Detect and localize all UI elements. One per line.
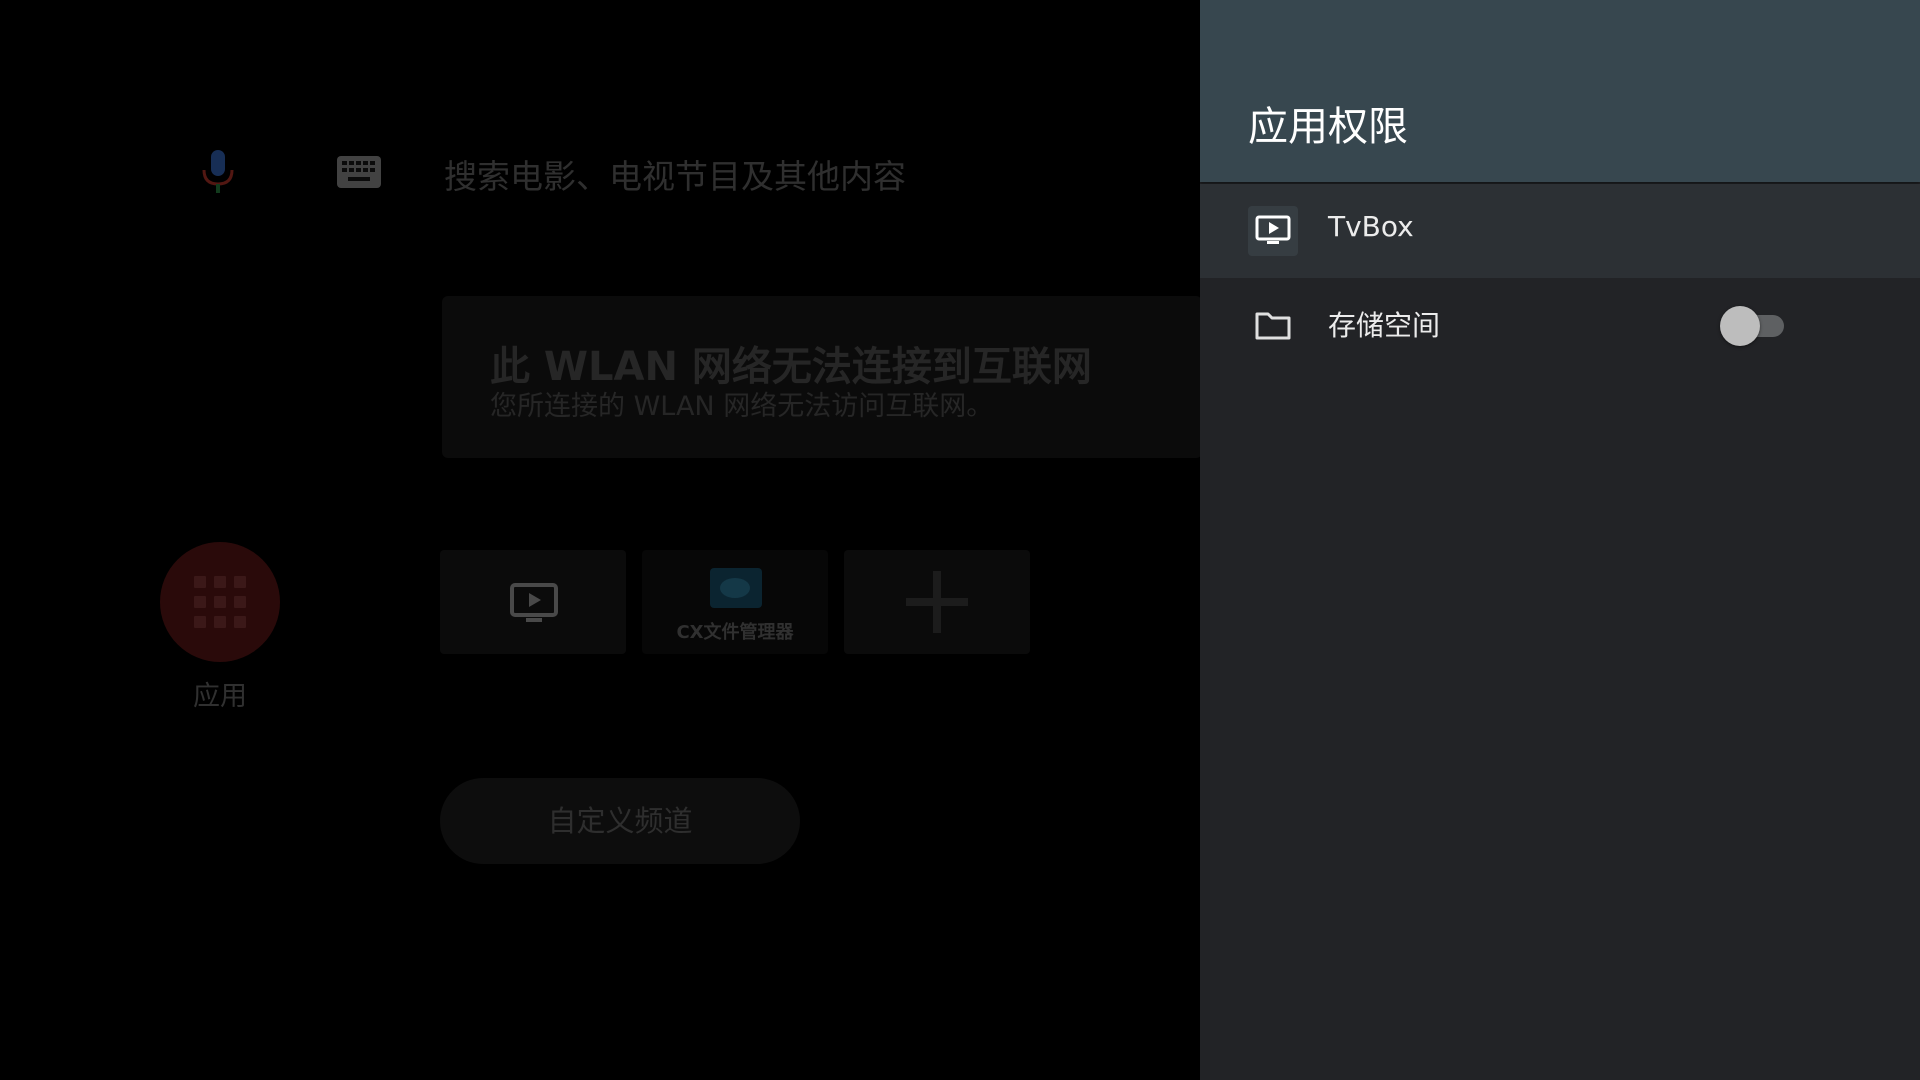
permission-row-label: 存储空间 xyxy=(1328,309,1441,342)
custom-channel-button[interactable]: 自定义频道 xyxy=(440,778,800,864)
apps-grid-icon xyxy=(194,576,246,628)
keyboard-icon[interactable] xyxy=(336,155,382,189)
app-permissions-panel: 应用权限 TvBox 存储空间 xyxy=(1200,0,1920,1080)
apps-button-label: 应用 xyxy=(193,681,247,712)
folder-icon xyxy=(1248,300,1298,350)
panel-header: 应用权限 xyxy=(1200,0,1920,182)
storage-permission-toggle[interactable] xyxy=(1720,306,1786,346)
toggle-thumb xyxy=(1720,306,1760,346)
tv-play-icon xyxy=(510,583,558,622)
app-tile-label: CX文件管理器 xyxy=(676,622,794,643)
permission-row-tvbox[interactable]: TvBox xyxy=(1200,184,1920,278)
permission-row-storage[interactable]: 存储空间 xyxy=(1200,278,1920,372)
cx-folder-icon xyxy=(710,568,762,608)
tv-screen: 搜索电影、电视节目及其他内容 此 WLAN 网络无法连接到互联网 您所连接的 W… xyxy=(0,0,1920,1080)
network-warning-card[interactable]: 此 WLAN 网络无法连接到互联网 您所连接的 WLAN 网络无法访问互联网。 xyxy=(442,296,1202,458)
network-warning-subtitle: 您所连接的 WLAN 网络无法访问互联网。 xyxy=(490,391,994,422)
app-tile-cx-file-manager[interactable]: CX文件管理器 xyxy=(642,550,828,654)
panel-title: 应用权限 xyxy=(1248,104,1408,150)
add-app-tile[interactable] xyxy=(844,550,1030,654)
launcher-background: 搜索电影、电视节目及其他内容 此 WLAN 网络无法连接到互联网 您所连接的 W… xyxy=(0,0,1202,1080)
permission-row-label: TvBox xyxy=(1328,210,1414,243)
mic-icon[interactable] xyxy=(196,148,240,196)
app-tile-tvbox[interactable] xyxy=(440,550,626,654)
search-placeholder[interactable]: 搜索电影、电视节目及其他内容 xyxy=(444,150,906,198)
apps-button[interactable] xyxy=(160,542,280,662)
tv-play-icon xyxy=(1248,206,1298,256)
